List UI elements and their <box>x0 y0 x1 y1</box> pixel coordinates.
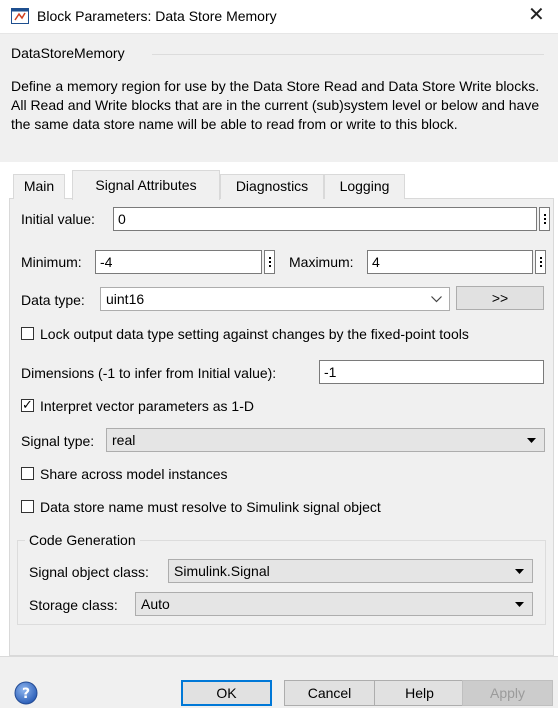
cancel-button[interactable]: Cancel <box>284 680 375 706</box>
tab-main[interactable]: Main <box>13 174 65 199</box>
tab-signal-attributes[interactable]: Signal Attributes <box>72 170 220 200</box>
chevron-down-icon <box>431 296 442 303</box>
data-type-label: Data type: <box>21 292 85 308</box>
triangle-down-icon <box>515 569 524 574</box>
resolve-signal-object-checkbox[interactable] <box>21 500 34 513</box>
close-icon[interactable]: ✕ <box>528 4 545 26</box>
vertical-ellipsis-icon[interactable] <box>535 250 546 274</box>
vertical-ellipsis-icon[interactable] <box>264 250 275 274</box>
data-type-assistant-button[interactable]: >> <box>456 286 544 310</box>
svg-text:?: ? <box>22 686 30 702</box>
signal-object-class-select[interactable]: Simulink.Signal <box>168 559 533 583</box>
lock-data-type-checkbox[interactable] <box>21 327 34 340</box>
lock-data-type-label: Lock output data type setting against ch… <box>40 326 469 342</box>
dimensions-label: Dimensions (-1 to infer from Initial val… <box>21 365 277 381</box>
help-button[interactable]: Help <box>374 680 465 706</box>
help-question-icon[interactable]: ? <box>14 681 38 705</box>
share-across-instances-checkbox[interactable] <box>21 467 34 480</box>
interpret-vector-label: Interpret vector parameters as 1-D <box>40 398 254 414</box>
signal-type-select[interactable]: real <box>106 428 545 452</box>
tab-logging[interactable]: Logging <box>324 174 405 199</box>
maximum-label: Maximum: <box>289 254 354 270</box>
block-type-name: DataStoreMemory <box>11 45 125 61</box>
vertical-ellipsis-icon[interactable] <box>539 207 550 231</box>
signal-type-label: Signal type: <box>21 433 95 449</box>
ok-button[interactable]: OK <box>181 680 272 706</box>
triangle-down-icon <box>527 438 536 443</box>
storage-class-select[interactable]: Auto <box>135 592 533 616</box>
code-generation-title: Code Generation <box>25 531 140 549</box>
window-title: Block Parameters: Data Store Memory <box>37 8 277 24</box>
data-type-value: uint16 <box>106 291 145 307</box>
interpret-vector-checkbox[interactable] <box>21 397 34 413</box>
data-type-select[interactable]: uint16 <box>100 287 450 311</box>
block-description: Define a memory region for use by the Da… <box>11 78 540 132</box>
minimum-label: Minimum: <box>21 254 82 270</box>
storage-class-label: Storage class: <box>29 597 118 613</box>
maximum-input[interactable]: 4 <box>367 250 533 274</box>
dimensions-input[interactable]: -1 <box>319 360 544 384</box>
signal-type-value: real <box>112 432 136 448</box>
initial-value-input[interactable]: 0 <box>113 207 537 231</box>
tab-diagnostics[interactable]: Diagnostics <box>220 174 324 199</box>
simulink-block-icon <box>11 8 29 24</box>
signal-object-class-value: Simulink.Signal <box>174 563 270 579</box>
apply-button[interactable]: Apply <box>462 680 553 706</box>
signal-object-class-label: Signal object class: <box>29 564 149 580</box>
triangle-down-icon <box>515 602 524 607</box>
minimum-input[interactable]: -4 <box>95 250 262 274</box>
share-across-instances-label: Share across model instances <box>40 466 228 482</box>
storage-class-value: Auto <box>141 596 170 612</box>
divider <box>152 54 544 55</box>
resolve-signal-object-label: Data store name must resolve to Simulink… <box>40 499 381 515</box>
initial-value-label: Initial value: <box>21 211 95 227</box>
